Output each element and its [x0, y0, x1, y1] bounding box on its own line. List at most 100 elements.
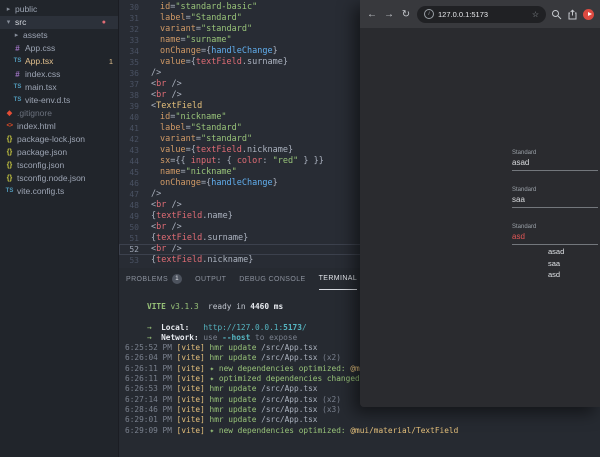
- tab-debug-console[interactable]: DEBUG CONSOLE: [239, 268, 305, 290]
- text-field-underline-icon: [512, 244, 598, 245]
- code-text: variant="standard": [139, 24, 252, 35]
- text-field-standard-1[interactable]: Standardasad: [512, 150, 598, 171]
- line-number: 33: [119, 35, 139, 46]
- code-text: sx={{ input: { color: "red" } }}: [139, 156, 324, 167]
- file-label: .gitignore: [17, 107, 52, 120]
- file-row-.gitignore[interactable]: ◆.gitignore: [0, 107, 118, 120]
- code-text: <TextField: [139, 101, 202, 112]
- css-file-icon: #: [12, 68, 23, 81]
- output-text: asad: [548, 247, 564, 256]
- ts-file-icon: TS: [4, 185, 15, 198]
- reload-button[interactable]: ↻: [400, 9, 412, 20]
- line-number: 37: [119, 79, 139, 90]
- browser-page: Standardasad Standardsaa Standard asd asad sa…: [360, 28, 600, 407]
- file-row-tsconfig.json[interactable]: {}tsconfig.json: [0, 159, 118, 172]
- folder-row-src[interactable]: ▾src ●: [0, 16, 118, 29]
- text-field-value: saa: [512, 195, 598, 204]
- explorer-sidebar: ▸public▾src●▸assets#App.cssTSApp.tsx1#in…: [0, 0, 119, 457]
- line-number: 38: [119, 90, 139, 101]
- code-text: <br />: [139, 200, 182, 211]
- code-text: label="Standard": [139, 13, 242, 24]
- modified-dot-icon: ●: [102, 16, 106, 29]
- file-row-index.html[interactable]: <>index.html: [0, 120, 118, 133]
- text-field-label: Standard: [512, 224, 598, 230]
- json-file-icon: {}: [4, 146, 15, 159]
- folder-row-assets[interactable]: ▸assets: [0, 29, 118, 42]
- html-file-icon: <>: [4, 120, 15, 133]
- text-field-standard-2[interactable]: Standardsaa: [512, 187, 598, 208]
- code-text: value={textField.surname}: [139, 57, 288, 68]
- search-icon[interactable]: [551, 9, 562, 20]
- file-label: assets: [23, 29, 48, 42]
- output-text: asd: [548, 270, 560, 279]
- file-label: tsconfig.json: [17, 159, 64, 172]
- file-row-vite.config.ts[interactable]: TSvite.config.ts: [0, 185, 118, 198]
- css-file-icon: #: [12, 42, 23, 55]
- file-label: index.css: [25, 68, 60, 81]
- line-number: 45: [119, 167, 139, 178]
- file-label: package.json: [17, 146, 67, 159]
- line-number: 47: [119, 189, 139, 200]
- line-number: 48: [119, 200, 139, 211]
- file-label: src: [15, 16, 26, 29]
- file-tree: ▸public▾src●▸assets#App.cssTSApp.tsx1#in…: [0, 3, 118, 198]
- code-text: {textField.name}: [139, 211, 233, 222]
- line-number: 34: [119, 46, 139, 57]
- code-text: />: [139, 189, 161, 200]
- browser-window: ← → ↻ i 127.0.0.1:5173 ☆ StandardasadSta…: [360, 0, 600, 407]
- site-info-icon[interactable]: i: [424, 9, 434, 19]
- json-file-icon: {}: [4, 159, 15, 172]
- json-file-icon: {}: [4, 133, 15, 146]
- line-number: 53: [119, 255, 139, 266]
- terminal-line: 6:29:01 PM [vite] hmr update /src/App.ts…: [125, 415, 600, 425]
- file-label: public: [15, 3, 37, 16]
- file-label: package-lock.json: [17, 133, 85, 146]
- code-text: id="standard-basic": [139, 2, 257, 13]
- line-number: 46: [119, 178, 139, 189]
- file-row-package-lock.json[interactable]: {}package-lock.json: [0, 133, 118, 146]
- code-text: {textField.surname}: [139, 233, 248, 244]
- code-text: />: [139, 68, 161, 79]
- ts-file-icon: TS: [12, 94, 23, 107]
- record-extension-icon[interactable]: [583, 9, 594, 20]
- bookmark-star-icon[interactable]: ☆: [532, 10, 539, 19]
- line-number: 39: [119, 101, 139, 112]
- line-number: 40: [119, 112, 139, 123]
- chevron-down-icon: ▾: [4, 16, 13, 29]
- code-text: <br />: [139, 79, 182, 90]
- text-field-underline-icon: [512, 207, 598, 208]
- file-row-App.css[interactable]: #App.css: [0, 42, 118, 55]
- tab-output[interactable]: OUTPUT: [195, 268, 226, 290]
- line-number: 50: [119, 222, 139, 233]
- file-label: index.html: [17, 120, 56, 133]
- file-label: vite.config.ts: [17, 185, 64, 198]
- line-number: 43: [119, 145, 139, 156]
- line-number: 36: [119, 68, 139, 79]
- line-number: 52: [119, 244, 139, 255]
- chevron-right-icon: ▸: [12, 29, 21, 42]
- code-text: <br />: [139, 244, 182, 255]
- tab-terminal[interactable]: TERMINAL: [319, 268, 358, 290]
- json-file-icon: {}: [4, 172, 15, 185]
- address-bar[interactable]: i 127.0.0.1:5173 ☆: [417, 6, 546, 23]
- file-row-package.json[interactable]: {}package.json: [0, 146, 118, 159]
- browser-toolbar: ← → ↻ i 127.0.0.1:5173 ☆: [360, 0, 600, 28]
- share-icon[interactable]: [567, 9, 578, 20]
- file-row-main.tsx[interactable]: TSmain.tsx: [0, 81, 118, 94]
- file-row-vite-env.d.ts[interactable]: TSvite-env.d.ts: [0, 94, 118, 107]
- back-button[interactable]: ←: [366, 9, 378, 20]
- tab-problems[interactable]: PROBLEMS1: [126, 268, 182, 290]
- file-row-App.tsx[interactable]: TSApp.tsx1: [0, 55, 118, 68]
- forward-button[interactable]: →: [383, 9, 395, 20]
- file-label: App.tsx: [25, 55, 53, 68]
- file-row-index.css[interactable]: #index.css: [0, 68, 118, 81]
- folder-row-public[interactable]: ▸public: [0, 3, 118, 16]
- file-row-tsconfig.node.json[interactable]: {}tsconfig.node.json: [0, 172, 118, 185]
- code-text: <br />: [139, 90, 182, 101]
- code-text: {textField.nickname}: [139, 255, 253, 266]
- text-field-value: asd: [512, 232, 598, 241]
- problems-count-badge: 1: [172, 274, 182, 284]
- text-field-standard-3[interactable]: Standard asd: [512, 224, 598, 245]
- code-text: name="nickname": [139, 167, 237, 178]
- line-number: 32: [119, 24, 139, 35]
